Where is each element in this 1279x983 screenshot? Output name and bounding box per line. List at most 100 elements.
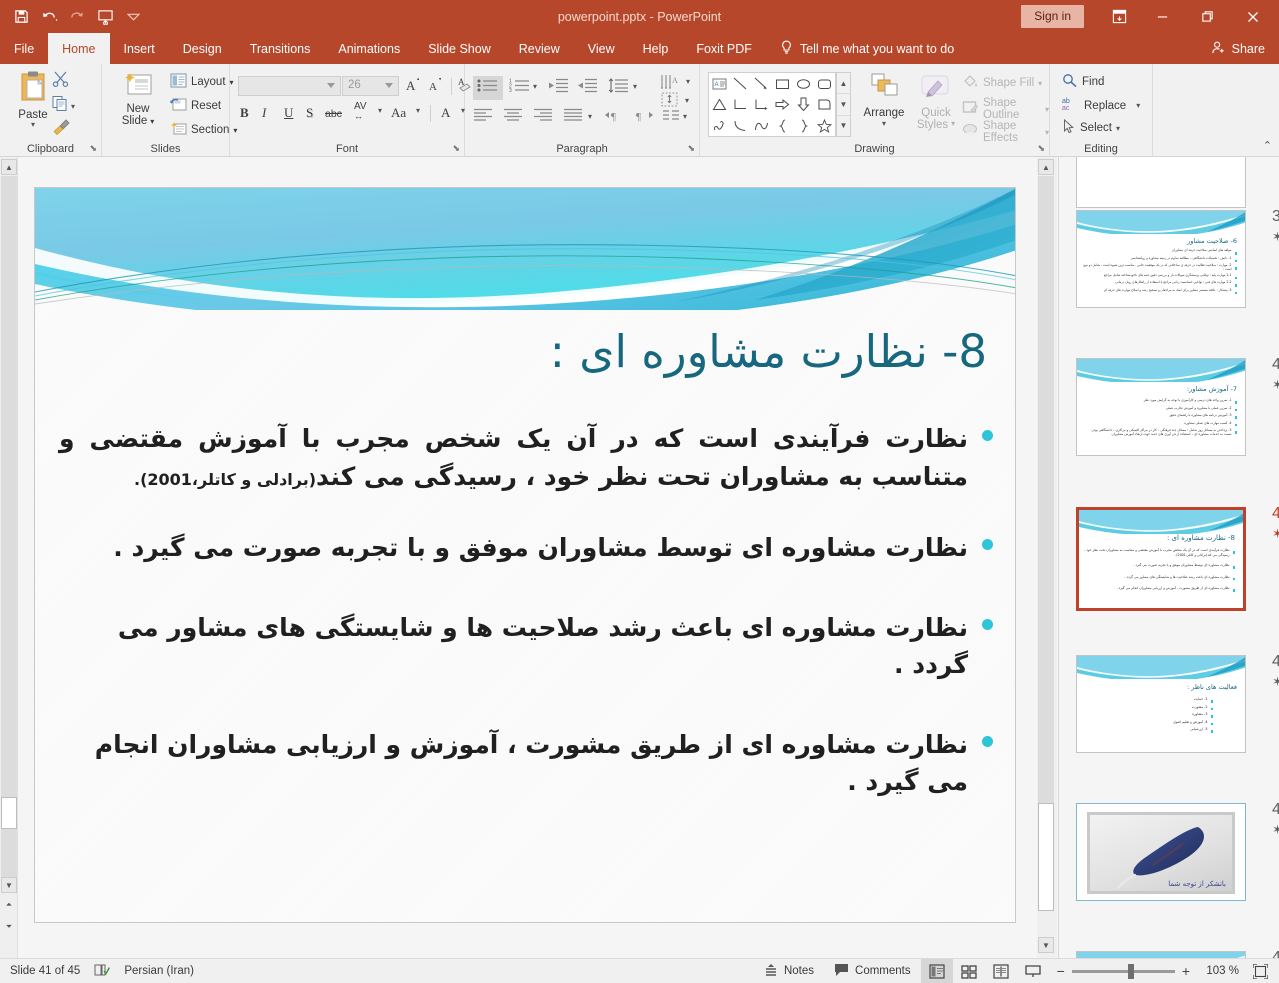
shape-oval-icon[interactable] [793, 73, 814, 94]
tab-transitions[interactable]: Transitions [236, 33, 325, 64]
character-spacing-button[interactable]: AV ↔ [354, 102, 367, 121]
drawing-dialog-launcher[interactable]: ⬊ [1037, 143, 1045, 154]
tab-home[interactable]: Home [48, 33, 110, 64]
line-spacing-button[interactable] [608, 78, 628, 98]
shapes-gallery[interactable]: A [708, 72, 836, 137]
paste-button[interactable]: Paste ▾ [12, 70, 54, 129]
bold-button[interactable]: B [240, 105, 249, 121]
select-dropdown-arrow-icon[interactable]: ▾ [1116, 124, 1120, 133]
thumbnail-43-animation-icon[interactable]: ✶ [1272, 822, 1279, 838]
find-button[interactable]: Find [1062, 73, 1104, 91]
shape-elbow-arrow-connector-icon[interactable] [751, 94, 772, 115]
slide-bullet-row[interactable]: نظارت مشاوره ای از طریق مشورت ، آموزش و … [59, 726, 999, 801]
arrange-dropdown-arrow-icon[interactable]: ▾ [882, 119, 886, 128]
thumbnail-43-box[interactable]: باتشکر از توجه شما [1076, 803, 1246, 901]
slide-scrollbar-thumb[interactable] [1038, 803, 1054, 911]
layout-button[interactable]: Layout ▾ [170, 73, 234, 91]
align-left-button[interactable] [473, 108, 493, 126]
numbering-button[interactable]: 123 [509, 78, 531, 98]
align-text-dropdown-arrow-icon[interactable]: ▾ [685, 96, 689, 105]
slide-sorter-button[interactable] [953, 959, 985, 983]
tab-foxit-pdf[interactable]: Foxit PDF [682, 33, 766, 64]
new-slide-dropdown-arrow-icon[interactable]: ▾ [150, 117, 154, 126]
fit-slide-to-window-button[interactable] [1247, 963, 1273, 979]
increase-font-size-button[interactable]: A [406, 77, 422, 96]
previous-slide-button[interactable]: ⏶ [1, 897, 17, 913]
clipboard-dialog-launcher[interactable]: ⬊ [89, 143, 97, 154]
thumbnail-42-box[interactable]: فعالیت های ناظر : 1. حمایت 2. مشورت 3. م… [1076, 655, 1246, 753]
shape-arc-icon[interactable] [751, 115, 772, 136]
scroll-down-arrow-icon[interactable]: ▼ [1, 877, 17, 893]
zoom-in-button[interactable]: + [1182, 963, 1190, 979]
shapes-gallery-scrollbar[interactable]: ▲ ▼ ▼ [836, 72, 851, 137]
thumbnail-40[interactable]: 7- آموزش مشاور: 1. تمرین واحد های درسی و… [1076, 356, 1279, 456]
slide-pane-scrollbar[interactable]: ▲ ▼ ⏶ ⏷ [0, 157, 18, 958]
comments-button[interactable]: Comments [824, 959, 921, 983]
shape-triangle-icon[interactable] [709, 94, 730, 115]
scrollbar-thumb[interactable] [1, 797, 17, 829]
thumbnail-42[interactable]: فعالیت های ناظر : 1. حمایت 2. مشورت 3. م… [1076, 653, 1279, 753]
font-dialog-launcher[interactable]: ⬊ [452, 143, 460, 154]
thumbnail-39-box[interactable]: 6- صلاحیت مشاور مولفه های اساسی صلاحیت ح… [1076, 210, 1246, 308]
slide-bullet-row[interactable]: نظارت مشاوره ای توسط مشاوران موفق و با ت… [59, 529, 999, 567]
shape-flowchart-icon[interactable] [814, 94, 835, 115]
save-icon[interactable] [8, 5, 34, 29]
shape-star-icon[interactable] [814, 115, 835, 136]
font-size-combo[interactable]: 26 [342, 76, 399, 96]
customize-qat-icon[interactable] [120, 5, 146, 29]
thumbnail-39[interactable]: 6- صلاحیت مشاور مولفه های اساسی صلاحیت ح… [1076, 208, 1279, 308]
language-indicator[interactable]: Persian (Iran) [124, 965, 194, 977]
replace-button[interactable]: ab ac Replace ▾ [1062, 96, 1140, 115]
thumbnail-39-animation-icon[interactable]: ✶ [1272, 229, 1279, 245]
tab-design[interactable]: Design [169, 33, 236, 64]
font-color-button[interactable]: A [441, 105, 450, 121]
shapes-scroll-down-icon[interactable]: ▼ [837, 94, 850, 116]
zoom-slider-thumb[interactable] [1127, 963, 1134, 979]
arrange-button[interactable]: Arrange ▾ [860, 72, 908, 128]
shape-rounded-rectangle-icon[interactable] [814, 73, 835, 94]
thumbnail-42-animation-icon[interactable]: ✶ [1272, 674, 1279, 690]
share-button[interactable]: Share [1211, 33, 1265, 64]
shapes-scroll-up-icon[interactable]: ▲ [837, 73, 850, 95]
align-text-button[interactable] [661, 92, 679, 112]
shape-down-arrow-icon[interactable] [793, 94, 814, 115]
numbering-dropdown-arrow-icon[interactable]: ▾ [533, 82, 537, 91]
select-button[interactable]: Select ▾ [1062, 118, 1120, 137]
change-case-button[interactable]: Aa [391, 105, 406, 121]
rtl-text-direction-button[interactable]: ¶ [635, 109, 655, 127]
undo-icon[interactable] [36, 5, 62, 29]
new-slide-button[interactable]: New Slide ▾ [112, 72, 164, 127]
restore-icon[interactable] [1185, 0, 1230, 33]
copy-button[interactable]: ▾ [52, 95, 75, 117]
scrollbar-track[interactable] [1, 176, 17, 797]
start-slideshow-icon[interactable] [92, 5, 118, 29]
justify-dropdown-arrow-icon[interactable]: ▾ [588, 112, 592, 121]
slide-counter[interactable]: Slide 41 of 45 [10, 965, 80, 977]
scroll-up-arrow-icon[interactable]: ▲ [1, 159, 17, 175]
tab-slide-show[interactable]: Slide Show [414, 33, 505, 64]
paste-dropdown-arrow-icon[interactable]: ▾ [31, 121, 35, 129]
decrease-font-size-button[interactable]: A [429, 77, 445, 96]
shape-curve-icon[interactable] [730, 115, 751, 136]
slide-bullet-row[interactable]: نظارت مشاوره ای باعث رشد صلاحیت ها و شای… [59, 609, 999, 684]
tab-file[interactable]: File [0, 33, 48, 64]
reading-view-button[interactable] [985, 959, 1017, 983]
collapse-ribbon-button[interactable]: ⌃ [1263, 139, 1272, 152]
section-button[interactable]: Section ▾ [170, 121, 237, 139]
change-case-dropdown-arrow-icon[interactable]: ▾ [416, 106, 420, 115]
tab-help[interactable]: Help [629, 33, 683, 64]
shape-elbow-connector-icon[interactable] [730, 94, 751, 115]
shape-rectangle-icon[interactable] [772, 73, 793, 94]
copy-dropdown-arrow-icon[interactable]: ▾ [71, 102, 75, 111]
character-spacing-dropdown-arrow-icon[interactable]: ▾ [378, 106, 382, 115]
bullets-button[interactable] [473, 76, 503, 100]
spellcheck-icon[interactable] [94, 963, 111, 980]
format-painter-button[interactable] [52, 118, 71, 140]
notes-button[interactable]: Notes [754, 959, 824, 983]
increase-indent-button[interactable] [577, 78, 597, 98]
slide-scrollbar-track[interactable] [1038, 176, 1054, 803]
zoom-level-value[interactable]: 103 % [1197, 965, 1239, 977]
scrollbar-track-lower[interactable] [1, 829, 17, 877]
zoom-control[interactable]: − + 103 % [1049, 963, 1247, 979]
normal-view-button[interactable] [920, 958, 953, 983]
